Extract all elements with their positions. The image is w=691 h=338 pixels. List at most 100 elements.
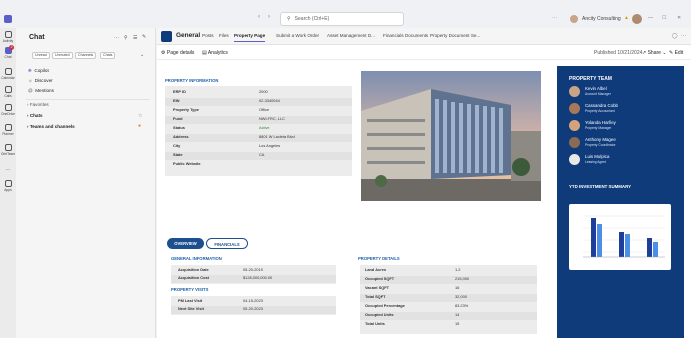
rail-chat[interactable]: Chat 2 <box>0 45 16 59</box>
info-row-website: Public Website <box>165 161 352 169</box>
general-info-box: Acquisition Date 05-20-2019 Acquisition C… <box>171 265 336 284</box>
filter-icon[interactable]: ☰ <box>133 35 137 41</box>
filter-unmuted[interactable]: Unmuted <box>52 52 73 59</box>
info-key: City <box>173 143 181 148</box>
detail-row: Total Units 15 <box>360 321 537 329</box>
info-row-type: Property Type Office <box>165 107 352 115</box>
search-input[interactable]: ⚲ Search (Ctrl+E) <box>280 12 404 26</box>
rail-planner[interactable]: Planner <box>0 124 16 136</box>
rail-label: Calendar <box>1 76 15 80</box>
filter-unread[interactable]: Unread <box>32 52 50 59</box>
tab-posts[interactable]: Posts <box>202 33 214 38</box>
info-row-ein: EIN 02-3340044 <box>165 98 352 106</box>
team-member[interactable]: Luis Mulpica Leasing Agent <box>569 154 679 168</box>
info-key: Total Units <box>365 321 385 326</box>
info-key: PM Last Visit <box>178 298 203 303</box>
rail-onedrive[interactable]: OneDrive <box>0 104 16 116</box>
tab-property-document[interactable]: Property Document Se... <box>430 33 480 38</box>
visits-heading: PROPERTY VISITS <box>171 287 209 292</box>
team-member[interactable]: Yolanda Harfiey Property Manager <box>569 120 679 134</box>
team-member[interactable]: Kevin Albel Account Manager <box>569 86 679 100</box>
property-info-heading: PROPERTY INFORMATION <box>165 78 219 83</box>
ytd-chart-thumbnail[interactable] <box>569 204 671 270</box>
minimize-icon[interactable]: — <box>648 15 653 21</box>
avatar <box>569 137 580 148</box>
tab-submit-work-order[interactable]: Submit a Work Order <box>276 33 319 38</box>
more-options-icon[interactable]: ··· <box>681 33 686 39</box>
edit-button[interactable]: ✎ Edit <box>669 50 683 56</box>
chat-item-label: Discover <box>34 78 53 83</box>
share-icon: ↗ <box>642 50 647 56</box>
section-label: Teams and channels <box>29 124 75 129</box>
section-favorites[interactable]: › Favorites <box>27 102 49 107</box>
maximize-icon[interactable]: ☐ <box>662 15 666 21</box>
notification-icon[interactable]: ● <box>138 123 141 129</box>
avatar <box>569 103 580 114</box>
chat-item-mentions[interactable]: @ Mentions <box>28 88 54 93</box>
filter-chats[interactable]: Chats <box>100 52 116 59</box>
search-icon[interactable]: ⚲ <box>124 35 128 41</box>
bell-icon <box>4 31 12 38</box>
filter-channels[interactable]: Channels <box>75 52 97 59</box>
tab-files[interactable]: Files <box>219 33 229 38</box>
rail-more[interactable]: ... <box>0 166 16 172</box>
more-options-icon[interactable]: ··· <box>552 15 557 21</box>
phone-icon <box>4 86 12 93</box>
new-chat-icon[interactable]: ✎ <box>142 34 146 40</box>
close-icon[interactable]: ✕ <box>677 15 681 21</box>
details-heading: PROPERTY DETAILS <box>358 256 400 261</box>
team-member[interactable]: Anthony Magee Property Coordinator <box>569 137 679 151</box>
calendar-icon <box>4 68 12 75</box>
chevron-down-icon[interactable]: ⌄ <box>140 52 144 58</box>
rail-apps[interactable]: Apps <box>0 180 16 192</box>
settings-icon: ⚙ <box>161 50 166 56</box>
analytics-button[interactable]: ▤ Analytics <box>202 50 228 56</box>
tab-property-page[interactable]: Property Page <box>234 33 266 42</box>
property-team-panel: PROPERTY TEAM Kevin Albel Account Manager… <box>557 66 684 338</box>
org-avatar[interactable] <box>570 15 578 23</box>
info-key: Acquisition Cost <box>178 275 209 280</box>
user-avatar[interactable] <box>632 14 642 24</box>
rail-calendar[interactable]: Calendar <box>0 68 16 80</box>
details-box: Land Acres 1.2 Occupied SQFT 215,000 Vacan… <box>360 265 537 334</box>
share-label: Share <box>647 50 661 56</box>
member-role: Property Manager <box>585 126 612 130</box>
share-button[interactable]: ↗ Share ⌄ <box>642 50 667 56</box>
more-options-icon[interactable]: ··· <box>114 35 119 41</box>
section-chats[interactable]: › Chats <box>27 113 43 118</box>
analytics-icon: ▤ <box>202 50 207 56</box>
meet-icon[interactable]: ◯ <box>672 33 678 39</box>
unread-badge: 2 <box>9 45 14 50</box>
edit-icon: ✎ <box>669 50 674 56</box>
pin-icon[interactable]: ☆ <box>138 113 142 119</box>
forward-arrow-icon[interactable]: › <box>268 14 270 20</box>
avatar <box>569 120 580 131</box>
chat-item-discover[interactable]: ☼ Discover <box>28 78 53 83</box>
cloud-icon <box>4 104 12 111</box>
teams-logo-icon <box>4 15 12 23</box>
general-row: Acquisition Cost $128,000,000.00 <box>171 275 336 283</box>
page-details-button[interactable]: ⚙ Page details <box>161 50 194 56</box>
info-row-address: Address 8801 W Lacleta Blvd <box>165 134 352 142</box>
tab-financials-documents[interactable]: Financials Documents <box>383 33 428 38</box>
rail-calls[interactable]: Calls <box>0 86 16 98</box>
info-row-fund: Fund NWLFRC, LLC <box>165 116 352 124</box>
property-photo <box>361 71 541 201</box>
overview-tab-button[interactable]: OVERVIEW <box>167 238 204 249</box>
org-name[interactable]: Ancity Consulting <box>582 16 621 22</box>
section-teams-channels[interactable]: › Teams and channels <box>27 124 75 129</box>
tab-asset-management[interactable]: Asset Management D... <box>327 33 375 38</box>
rail-activity[interactable]: Activity <box>0 31 16 43</box>
info-value: 05-20-2023 <box>243 306 263 311</box>
team-member[interactable]: Cassandra Cobb Property Accountant <box>569 103 679 117</box>
back-arrow-icon[interactable]: ‹ <box>258 14 260 20</box>
member-name: Cassandra Cobb <box>585 103 618 108</box>
chat-item-copilot[interactable]: ❋ Copilot <box>28 68 49 74</box>
rail-orbiteam[interactable]: OrbiTeam <box>0 144 16 156</box>
info-value: NWLFRC, LLC <box>259 116 285 121</box>
rail-label: Activity <box>2 39 14 43</box>
info-key: Occupied SQFT <box>365 276 395 281</box>
analytics-label: Analytics <box>207 50 228 56</box>
financials-tab-button[interactable]: FINANCIALS <box>206 238 248 249</box>
warning-icon: ▲ <box>624 15 629 21</box>
